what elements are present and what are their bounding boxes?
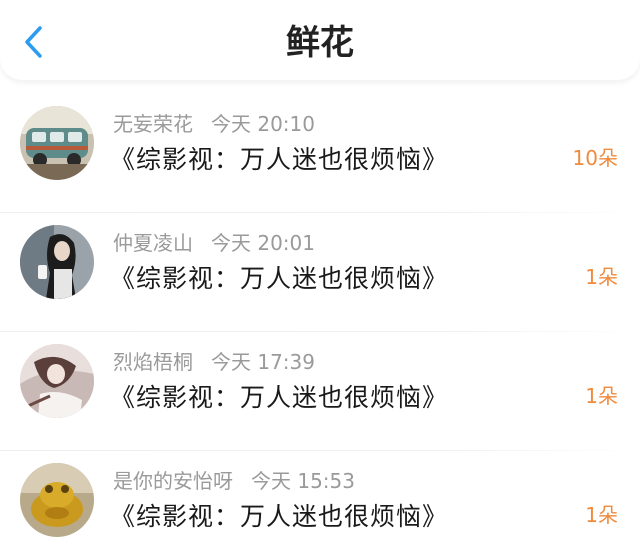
sender-name: 烈焰梧桐: [113, 350, 193, 374]
sender-name: 是你的安怡呀: [113, 469, 233, 493]
list-item[interactable]: 无妄荣花 今天 20:10 《综影视：万人迷也很烦恼》 10朵: [0, 94, 640, 213]
top-bar: [0, 0, 640, 80]
gift-time: 今天 17:39: [211, 350, 315, 374]
meta-line: 烈焰梧桐 今天 17:39: [113, 346, 315, 375]
list-item[interactable]: 仲夏凌山 今天 20:01 《综影视：万人迷也很烦恼》 1朵: [0, 213, 640, 332]
avatar[interactable]: [20, 463, 94, 537]
sender-name: 仲夏凌山: [113, 231, 193, 255]
meta-line: 仲夏凌山 今天 20:01: [113, 227, 315, 256]
flower-count: 1朵: [585, 384, 618, 408]
list-item[interactable]: 是你的安怡呀 今天 15:53 《综影视：万人迷也很烦恼》 1朵: [0, 451, 640, 540]
avatar[interactable]: [20, 344, 94, 418]
gift-time: 今天 20:01: [211, 231, 315, 255]
book-title: 《综影视：万人迷也很烦恼》: [110, 383, 449, 412]
meta-line: 无妄荣花 今天 20:10: [113, 108, 315, 137]
gift-time: 今天 15:53: [251, 469, 355, 493]
anime-figure-avatar: [20, 344, 94, 418]
flower-count: 1朵: [585, 265, 618, 289]
back-button[interactable]: [14, 22, 54, 62]
chevron-left-icon: [25, 26, 42, 58]
girl-with-cup-avatar: [20, 225, 94, 299]
list-item[interactable]: 烈焰梧桐 今天 17:39 《综影视：万人迷也很烦恼》 1朵: [0, 332, 640, 451]
sender-name: 无妄荣花: [113, 112, 193, 136]
flower-count: 10朵: [572, 146, 618, 170]
book-title: 《综影视：万人迷也很烦恼》: [110, 502, 449, 531]
flower-gift-list: 无妄荣花 今天 20:10 《综影视：万人迷也很烦恼》 10朵 仲夏凌山 今天 20…: [0, 94, 640, 540]
avatar[interactable]: [20, 225, 94, 299]
book-title: 《综影视：万人迷也很烦恼》: [110, 145, 449, 174]
book-title: 《综影视：万人迷也很烦恼》: [110, 264, 449, 293]
flower-count: 1朵: [585, 503, 618, 527]
gift-time: 今天 20:10: [211, 112, 315, 136]
vintage-van-avatar: [20, 106, 94, 180]
meta-line: 是你的安怡呀 今天 15:53: [113, 465, 355, 494]
avatar[interactable]: [20, 106, 94, 180]
golden-toad-avatar: [20, 463, 94, 537]
